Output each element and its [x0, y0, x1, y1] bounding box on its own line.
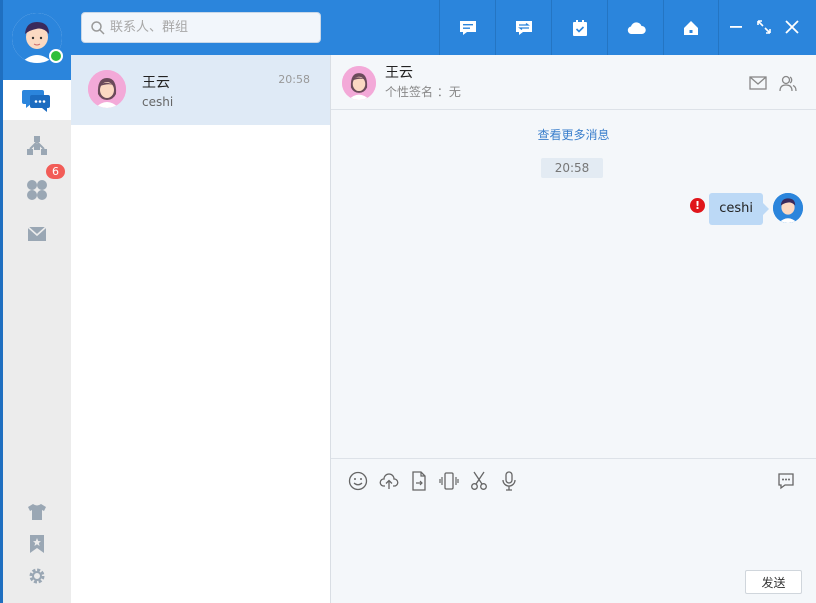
notification-badge: 6 — [46, 164, 65, 179]
send-failed-icon[interactable]: ! — [690, 198, 705, 213]
voice-button[interactable] — [499, 471, 519, 491]
shake-button[interactable] — [439, 471, 459, 491]
conversation-time: 20:58 — [278, 73, 310, 86]
load-more-messages-link[interactable]: 查看更多消息 — [331, 126, 816, 143]
conversation-list: 王云 20:58 ceshi — [71, 55, 331, 603]
message-bubble: ceshi — [709, 193, 769, 225]
phone-vibrate-icon — [439, 472, 459, 490]
chat-transfer-icon — [515, 20, 532, 35]
left-rail: 6 — [0, 0, 71, 603]
cloud-upload-icon — [379, 473, 399, 489]
chat-bubbles-icon — [22, 90, 50, 112]
conversation-item[interactable]: 王云 20:58 ceshi — [71, 55, 330, 125]
calendar-check-icon — [572, 19, 587, 36]
conversation-last-message: ceshi — [142, 95, 174, 109]
group-chat-button[interactable] — [439, 0, 495, 55]
close-icon — [785, 20, 799, 34]
cloud-icon — [627, 21, 646, 34]
file-icon — [412, 471, 426, 491]
chat-contact-signature: 个性签名 ：无 — [385, 85, 461, 99]
self-message-avatar — [773, 193, 803, 223]
contact-avatar — [88, 70, 126, 108]
send-file-button[interactable] — [409, 471, 429, 491]
smiley-icon — [348, 471, 368, 491]
cloud-disk-button[interactable] — [607, 0, 663, 55]
sidebar-item-settings[interactable] — [3, 556, 71, 596]
chat-panel: 王云 个性签名 ：无 查看更多消息 20:58 ! ceshi 发送 — [331, 55, 816, 603]
organization-icon — [27, 136, 47, 155]
sidebar-item-messages[interactable] — [3, 80, 71, 120]
contact-avatar[interactable] — [342, 66, 376, 100]
send-button[interactable]: 发送 — [745, 570, 802, 594]
apps-clover-icon — [27, 180, 47, 200]
sidebar-item-organization[interactable] — [3, 126, 71, 166]
profile-area — [3, 0, 71, 80]
conversation-name: 王云 — [142, 75, 170, 91]
tshirt-icon — [28, 504, 46, 520]
home-icon — [684, 20, 698, 35]
expand-arrows-icon — [757, 20, 771, 34]
chat-dots-icon — [778, 473, 794, 490]
users-icon — [779, 75, 797, 92]
emoji-button[interactable] — [348, 471, 368, 491]
calendar-button[interactable] — [551, 0, 607, 55]
envelope-icon — [749, 76, 767, 90]
message-time-divider: 20:58 — [541, 158, 603, 178]
maximize-button[interactable] — [754, 17, 774, 37]
chat-message-icon — [459, 20, 476, 35]
search-icon — [91, 20, 105, 35]
upload-button[interactable] — [379, 471, 399, 491]
minimize-button[interactable] — [726, 17, 746, 37]
chat-header: 王云 个性签名 ：无 — [331, 55, 816, 110]
gear-icon — [29, 568, 45, 584]
online-status-dot — [49, 49, 63, 63]
search-box[interactable] — [81, 12, 321, 43]
message-composer: 发送 — [331, 458, 816, 603]
contact-info-button[interactable] — [778, 73, 798, 93]
scissors-icon — [471, 471, 487, 490]
bookmark-icon — [30, 535, 44, 553]
mail-icon — [27, 226, 47, 241]
home-button[interactable] — [663, 0, 719, 55]
top-bar — [71, 0, 816, 55]
screenshot-button[interactable] — [469, 471, 489, 491]
sidebar-item-apps[interactable]: 6 — [3, 164, 71, 210]
transfer-button[interactable] — [495, 0, 551, 55]
quick-reply-button[interactable] — [776, 471, 796, 491]
microphone-icon — [502, 471, 516, 491]
search-input[interactable] — [110, 20, 310, 35]
minimize-icon — [730, 26, 742, 28]
sidebar-item-mail[interactable] — [3, 214, 71, 254]
chat-contact-name: 王云 — [385, 65, 413, 81]
close-button[interactable] — [782, 17, 802, 37]
email-contact-button[interactable] — [748, 73, 768, 93]
